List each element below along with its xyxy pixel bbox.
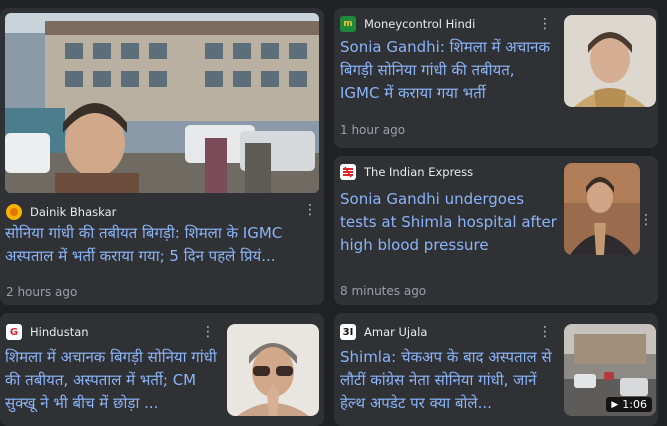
news-card-dainik-bhaskar[interactable]: Dainik Bhaskar ⋮ सोनिया गांधी की तबीयत ब… (0, 8, 324, 305)
more-options-icon[interactable]: ⋮ (302, 202, 318, 218)
portrait-image (564, 15, 656, 107)
hospital-building-image (5, 13, 319, 193)
news-thumbnail[interactable] (5, 13, 319, 193)
namaste-portrait-image (227, 324, 319, 416)
headline-link[interactable]: Sonia Gandhi: शिमला में अचानक बिगड़ी सोन… (340, 36, 552, 106)
video-duration-badge: ▶ 1:06 (606, 397, 652, 412)
news-source[interactable]: 3I Amar Ujala (340, 324, 427, 340)
source-name: Moneycontrol Hindi (364, 17, 476, 31)
news-source[interactable]: m Moneycontrol Hindi (340, 16, 475, 32)
headline-link[interactable]: सोनिया गांधी की तबीयत बिगड़ी: शिमला के I… (5, 222, 319, 268)
news-thumbnail[interactable] (564, 15, 656, 107)
news-source[interactable]: The Indian Express (340, 164, 473, 180)
news-thumbnail[interactable] (564, 163, 640, 255)
news-card-moneycontrol[interactable]: m Moneycontrol Hindi ⋮ Sonia Gandhi: शिम… (334, 8, 658, 148)
video-duration: 1:06 (622, 398, 647, 411)
more-options-icon[interactable]: ⋮ (638, 212, 654, 228)
source-name: Amar Ujala (364, 325, 428, 339)
timestamp: 1 hour ago (340, 123, 406, 137)
indian-express-logo-icon (340, 164, 356, 180)
speaker-image (564, 163, 640, 255)
news-card-hindustan[interactable]: G Hindustan ⋮ शिमला में अचानक बिगड़ी सोन… (0, 313, 324, 426)
source-name: Dainik Bhaskar (30, 205, 117, 219)
timestamp: 2 hours ago (6, 285, 78, 299)
more-options-icon[interactable]: ⋮ (200, 324, 216, 340)
moneycontrol-logo-icon: m (340, 16, 356, 32)
headline-link[interactable]: Shimla: चेकअप के बाद अस्पताल से लौटीं का… (340, 346, 556, 418)
news-source[interactable]: G Hindustan (6, 324, 89, 340)
amar-ujala-logo-icon: 3I (340, 324, 356, 340)
headline-link[interactable]: Sonia Gandhi undergoes tests at Shimla h… (340, 188, 564, 258)
source-name: Hindustan (30, 325, 89, 339)
more-options-icon[interactable]: ⋮ (537, 324, 553, 340)
source-name: The Indian Express (364, 165, 474, 179)
news-thumbnail[interactable] (227, 324, 319, 416)
timestamp: 8 minutes ago (340, 284, 427, 298)
news-video-thumbnail[interactable]: ▶ 1:06 (564, 324, 656, 416)
play-icon: ▶ (611, 399, 619, 410)
headline-link[interactable]: शिमला में अचानक बिगड़ी सोनिया गांधी की त… (5, 346, 219, 418)
more-options-icon[interactable]: ⋮ (537, 16, 553, 32)
dainik-bhaskar-logo-icon (6, 204, 22, 220)
news-card-amar-ujala[interactable]: 3I Amar Ujala ⋮ Shimla: चेकअप के बाद अस्… (334, 313, 658, 426)
hindustan-logo-icon: G (6, 324, 22, 340)
news-card-indian-express[interactable]: The Indian Express ⋮ Sonia Gandhi underg… (334, 156, 658, 305)
news-source[interactable]: Dainik Bhaskar (6, 204, 116, 220)
